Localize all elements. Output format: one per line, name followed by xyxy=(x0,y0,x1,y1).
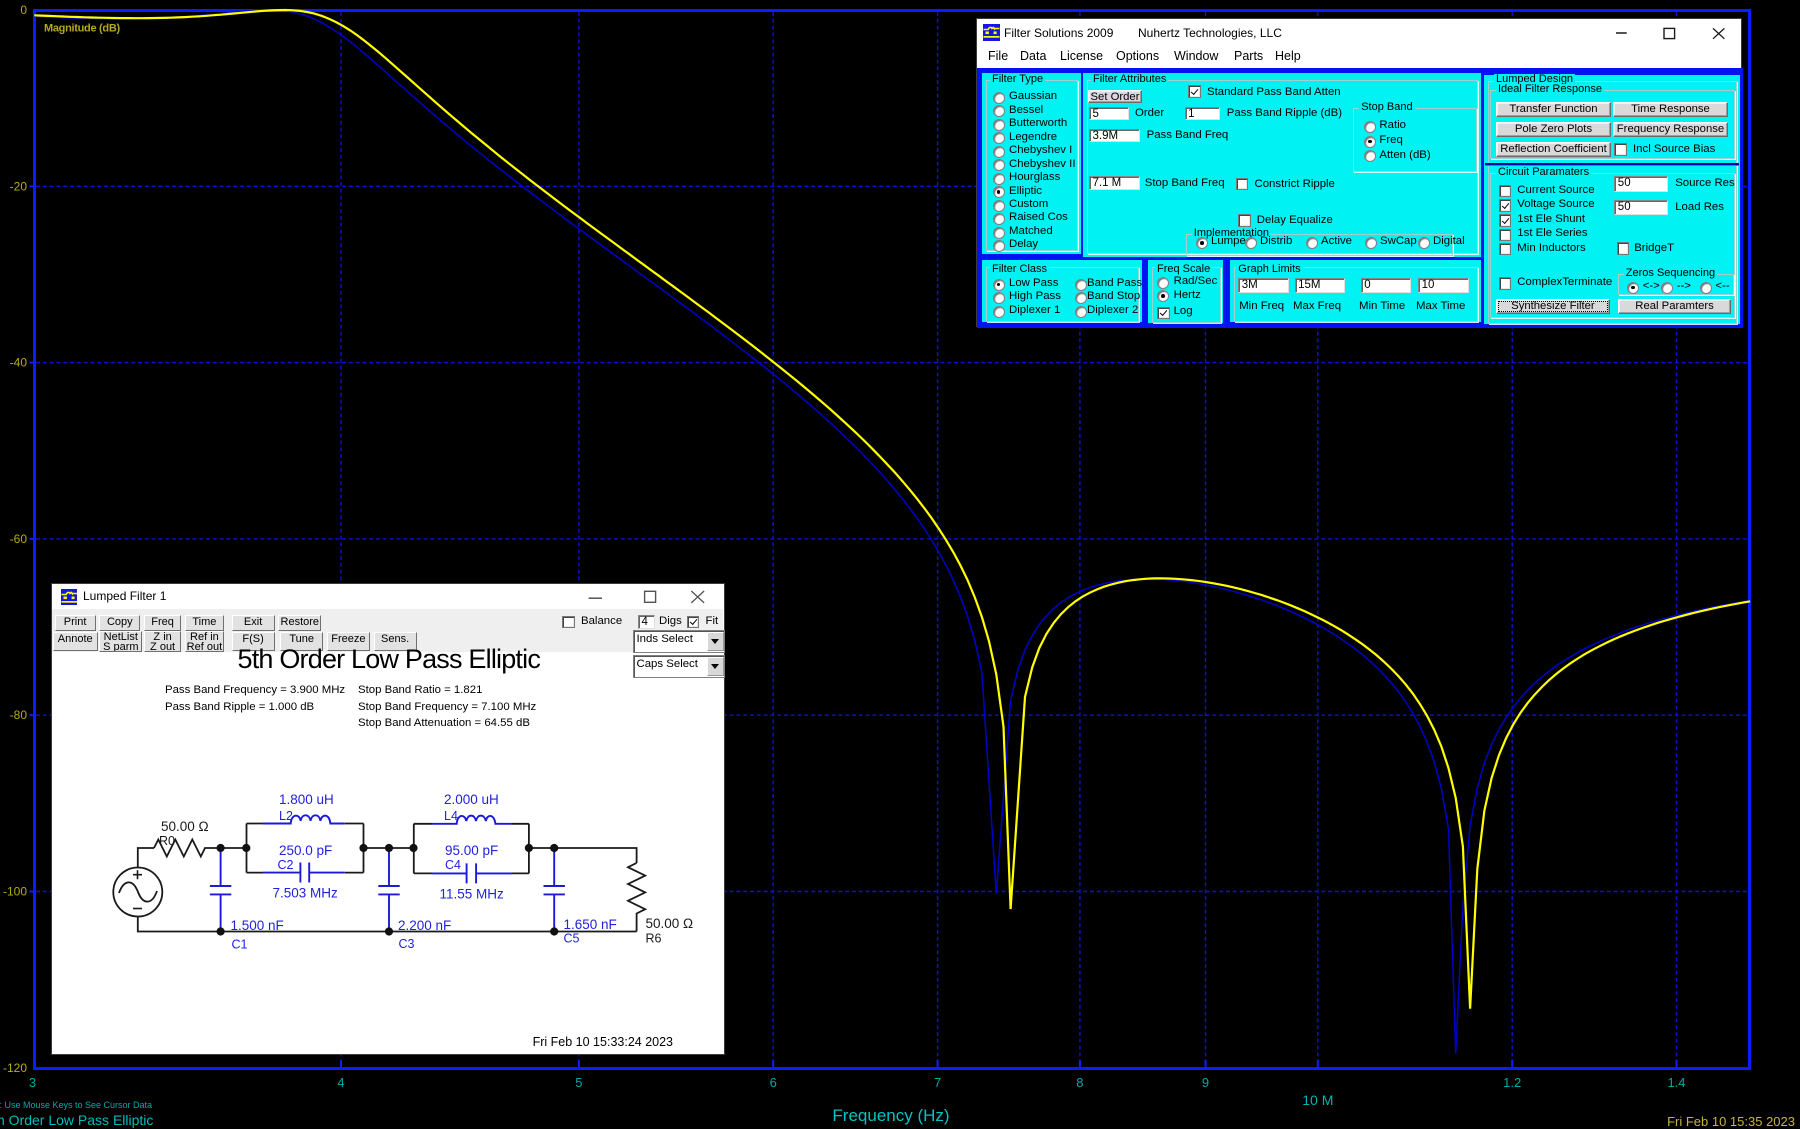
svg-text:-60: -60 xyxy=(10,532,28,546)
svg-text:3: 3 xyxy=(29,1075,36,1090)
svg-text:4: 4 xyxy=(337,1075,344,1090)
svg-text:t: Use Mouse Keys to See Curso: t: Use Mouse Keys to See Cursor Data xyxy=(0,1100,152,1110)
svg-text:n Order Low Pass Elliptic: n Order Low Pass Elliptic xyxy=(0,1112,153,1128)
svg-text:7: 7 xyxy=(934,1075,941,1090)
svg-text:-100: -100 xyxy=(3,885,27,899)
svg-text:-80: -80 xyxy=(10,708,28,722)
svg-text:6: 6 xyxy=(770,1075,777,1090)
svg-text:Magnitude (dB): Magnitude (dB) xyxy=(44,23,120,35)
svg-text:0: 0 xyxy=(20,3,27,17)
svg-text:-20: -20 xyxy=(10,179,28,193)
svg-text:1.2: 1.2 xyxy=(1503,1075,1521,1090)
svg-text:Frequency (Hz): Frequency (Hz) xyxy=(832,1106,949,1125)
svg-text:5: 5 xyxy=(575,1075,582,1090)
svg-text:-120: -120 xyxy=(3,1061,27,1075)
svg-text:9: 9 xyxy=(1202,1075,1209,1090)
svg-text:-40: -40 xyxy=(10,356,28,370)
svg-text:10 M: 10 M xyxy=(1302,1092,1333,1108)
svg-text:8: 8 xyxy=(1076,1075,1083,1090)
svg-text:1.4: 1.4 xyxy=(1667,1075,1685,1090)
svg-text:Fri Feb 10 15:35 2023: Fri Feb 10 15:35 2023 xyxy=(1667,1114,1795,1129)
